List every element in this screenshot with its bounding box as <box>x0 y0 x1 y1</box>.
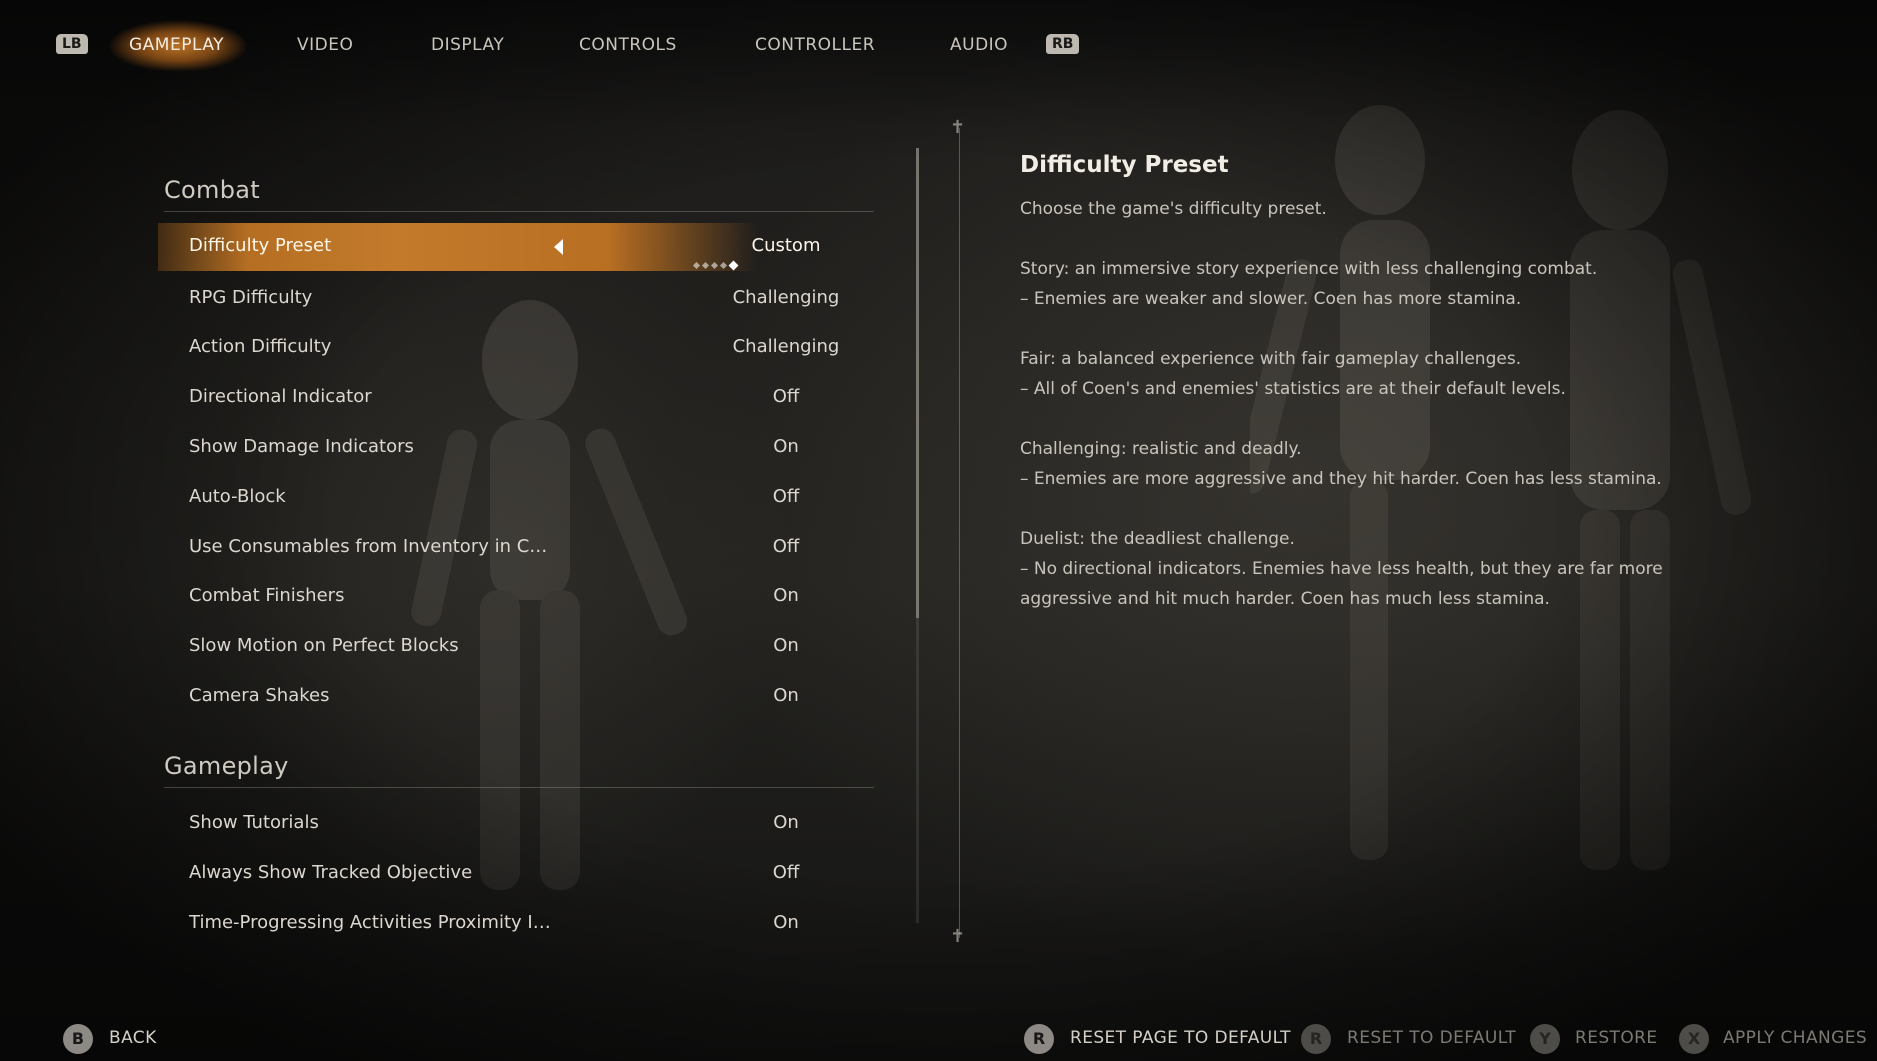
dot-indicator <box>719 261 728 270</box>
panel-divider <box>959 128 960 938</box>
description-challenging: Challenging: realistic and deadly. <box>1020 439 1302 459</box>
setting-row-show-damage-indicators[interactable]: Show Damage Indicators On <box>164 424 874 472</box>
tab-video[interactable]: VIDEO <box>297 32 353 58</box>
setting-row-time-progressing-activities[interactable]: Time-Progressing Activities Proximity I…… <box>164 900 874 948</box>
tab-controls[interactable]: CONTROLS <box>579 32 677 58</box>
description-fair-detail: – All of Coen's and enemies' statistics … <box>1020 379 1566 399</box>
back-button[interactable]: BACK <box>109 1028 157 1048</box>
description-story: Story: an immersive story experience wit… <box>1020 259 1598 279</box>
rb-bumper-icon[interactable]: RB <box>1046 34 1080 54</box>
restore-button[interactable]: RESTORE <box>1575 1028 1657 1048</box>
divider-ornament-bottom-icon: ✝ <box>950 926 966 947</box>
setting-value: On <box>773 635 799 656</box>
setting-label: Show Tutorials <box>189 812 319 833</box>
setting-value: On <box>773 685 799 706</box>
apply-changes-button[interactable]: APPLY CHANGES <box>1723 1028 1867 1048</box>
preset-position-indicator <box>692 260 739 271</box>
setting-label: Auto-Block <box>189 486 286 507</box>
description-challenging-detail: – Enemies are more aggressive and they h… <box>1020 469 1662 489</box>
scrollbar-thumb[interactable] <box>916 148 919 618</box>
setting-row-use-consumables[interactable]: Use Consumables from Inventory in C… Off <box>164 524 874 572</box>
setting-value: Off <box>772 386 800 407</box>
setting-row-auto-block[interactable]: Auto-Block Off <box>164 474 874 522</box>
setting-value: Challenging <box>732 336 840 357</box>
setting-label: Slow Motion on Perfect Blocks <box>189 635 459 656</box>
setting-label: Time-Progressing Activities Proximity I… <box>189 912 551 933</box>
section-title-combat: Combat <box>164 176 260 204</box>
setting-value: Challenging <box>732 287 840 308</box>
setting-label: RPG Difficulty <box>189 287 313 308</box>
setting-row-camera-shakes[interactable]: Camera Shakes On <box>164 673 874 721</box>
description-intro: Choose the game's difficulty preset. <box>1020 199 1327 219</box>
lb-bumper-icon[interactable]: LB <box>56 34 88 54</box>
section-title-gameplay: Gameplay <box>164 752 289 780</box>
setting-value: Off <box>772 486 800 507</box>
setting-row-slow-motion-perfect-blocks[interactable]: Slow Motion on Perfect Blocks On <box>164 623 874 671</box>
setting-label: Show Damage Indicators <box>189 436 414 457</box>
setting-row-difficulty-preset[interactable]: Difficulty Preset Custom <box>158 223 874 271</box>
r-stick-icon[interactable]: R <box>1024 1024 1054 1054</box>
dot-indicator <box>710 261 719 270</box>
setting-label: Camera Shakes <box>189 685 330 706</box>
setting-value: On <box>773 912 799 933</box>
setting-row-action-difficulty[interactable]: Action Difficulty Challenging <box>164 324 874 372</box>
y-button-icon[interactable]: Y <box>1530 1024 1560 1054</box>
setting-value: Custom <box>751 235 821 256</box>
setting-label: Directional Indicator <box>189 386 372 407</box>
setting-label: Always Show Tracked Objective <box>189 862 473 883</box>
setting-value: Off <box>772 862 800 883</box>
setting-label: Action Difficulty <box>189 336 332 357</box>
dot-indicator <box>701 261 710 270</box>
setting-row-rpg-difficulty[interactable]: RPG Difficulty Challenging <box>164 275 874 323</box>
setting-label: Use Consumables from Inventory in C… <box>189 536 548 557</box>
dot-indicator-active <box>728 260 739 271</box>
section-divider <box>164 211 874 212</box>
description-title: Difficulty Preset <box>1020 152 1229 178</box>
tab-audio[interactable]: AUDIO <box>950 32 1008 58</box>
b-button-icon[interactable]: B <box>63 1024 93 1054</box>
description-duelist: Duelist: the deadliest challenge. <box>1020 529 1295 549</box>
tab-display[interactable]: DISPLAY <box>431 32 504 58</box>
x-button-icon[interactable]: X <box>1679 1024 1709 1054</box>
description-duelist-detail: – No directional indicators. Enemies hav… <box>1020 559 1663 609</box>
setting-label: Combat Finishers <box>189 585 345 606</box>
section-divider <box>164 787 874 788</box>
divider-ornament-top-icon: ✝ <box>950 117 966 138</box>
dot-indicator <box>692 261 701 270</box>
setting-label: Difficulty Preset <box>189 235 332 256</box>
tab-bar: LB GAMEPLAY VIDEO DISPLAY CONTROLS CONTR… <box>0 0 1877 90</box>
reset-page-to-default-button[interactable]: RESET PAGE TO DEFAULT <box>1070 1028 1291 1048</box>
arrow-left-icon[interactable] <box>554 239 563 255</box>
setting-value: On <box>773 812 799 833</box>
setting-value: Off <box>772 536 800 557</box>
reset-to-default-button[interactable]: RESET TO DEFAULT <box>1347 1028 1516 1048</box>
tab-gameplay[interactable]: GAMEPLAY <box>129 32 224 58</box>
setting-row-show-tutorials[interactable]: Show Tutorials On <box>164 800 874 848</box>
description-fair: Fair: a balanced experience with fair ga… <box>1020 349 1522 369</box>
r-stick-icon[interactable]: R <box>1301 1024 1331 1054</box>
tab-controller[interactable]: CONTROLLER <box>755 32 875 58</box>
setting-value: On <box>773 585 799 606</box>
setting-value: On <box>773 436 799 457</box>
description-story-detail: – Enemies are weaker and slower. Coen ha… <box>1020 289 1522 309</box>
setting-row-directional-indicator[interactable]: Directional Indicator Off <box>164 374 874 422</box>
setting-row-combat-finishers[interactable]: Combat Finishers On <box>164 573 874 621</box>
setting-row-always-show-tracked-objective[interactable]: Always Show Tracked Objective Off <box>164 850 874 898</box>
